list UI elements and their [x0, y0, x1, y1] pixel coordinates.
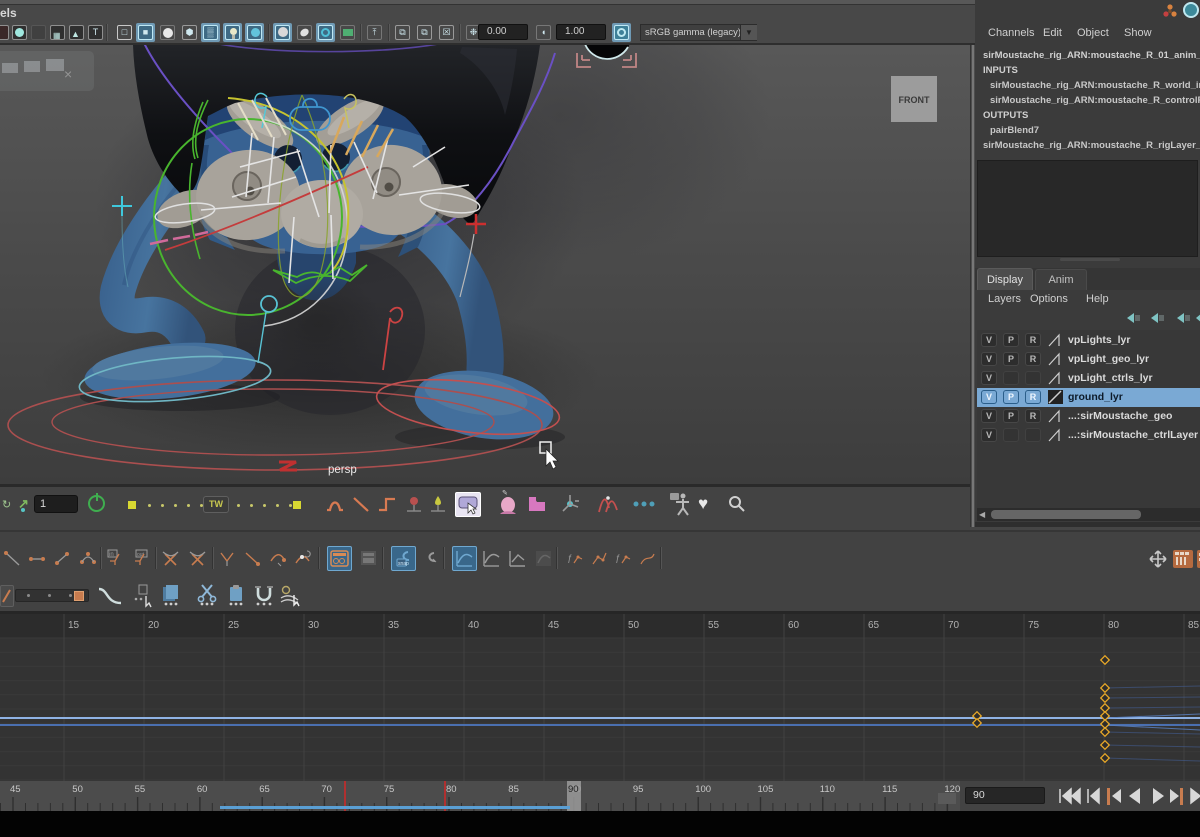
- svg-text:65: 65: [259, 784, 270, 795]
- svg-text:20: 20: [148, 620, 160, 631]
- svg-text:60: 60: [197, 784, 208, 795]
- svg-text:55: 55: [135, 784, 146, 795]
- svg-text:35: 35: [388, 620, 400, 631]
- svg-text:75: 75: [1028, 620, 1040, 631]
- svg-text:75: 75: [384, 784, 395, 795]
- svg-text:80: 80: [446, 784, 457, 795]
- svg-text:50: 50: [628, 620, 640, 631]
- svg-text:in: in: [109, 552, 114, 558]
- svg-text:×: ×: [64, 66, 72, 82]
- svg-text:70: 70: [948, 620, 960, 631]
- svg-text:85: 85: [1188, 620, 1200, 631]
- svg-text:persp: persp: [328, 464, 357, 476]
- svg-text:70: 70: [321, 784, 332, 795]
- svg-text:45: 45: [548, 620, 560, 631]
- svg-text:25: 25: [228, 620, 240, 631]
- svg-text:110: 110: [820, 784, 835, 795]
- svg-text:ƒ: ƒ: [567, 553, 572, 563]
- svg-text:95: 95: [633, 784, 644, 795]
- svg-text:55: 55: [708, 620, 720, 631]
- svg-text:40: 40: [468, 620, 480, 631]
- svg-text:65: 65: [868, 620, 880, 631]
- svg-text:ƒ: ƒ: [615, 553, 620, 563]
- svg-text:85: 85: [508, 784, 519, 795]
- svg-text:snap: snap: [398, 561, 409, 567]
- svg-text:60: 60: [788, 620, 800, 631]
- svg-text:115: 115: [882, 784, 897, 795]
- svg-text:30: 30: [308, 620, 320, 631]
- svg-text:45: 45: [10, 784, 21, 795]
- svg-text:100: 100: [695, 784, 711, 795]
- svg-text:FRONT: FRONT: [899, 95, 930, 105]
- svg-text:50: 50: [72, 784, 83, 795]
- svg-text:15: 15: [68, 620, 80, 631]
- svg-text:105: 105: [758, 784, 774, 795]
- svg-text:✎: ✎: [502, 490, 508, 497]
- svg-text:90: 90: [568, 784, 579, 795]
- svg-text:80: 80: [1108, 620, 1120, 631]
